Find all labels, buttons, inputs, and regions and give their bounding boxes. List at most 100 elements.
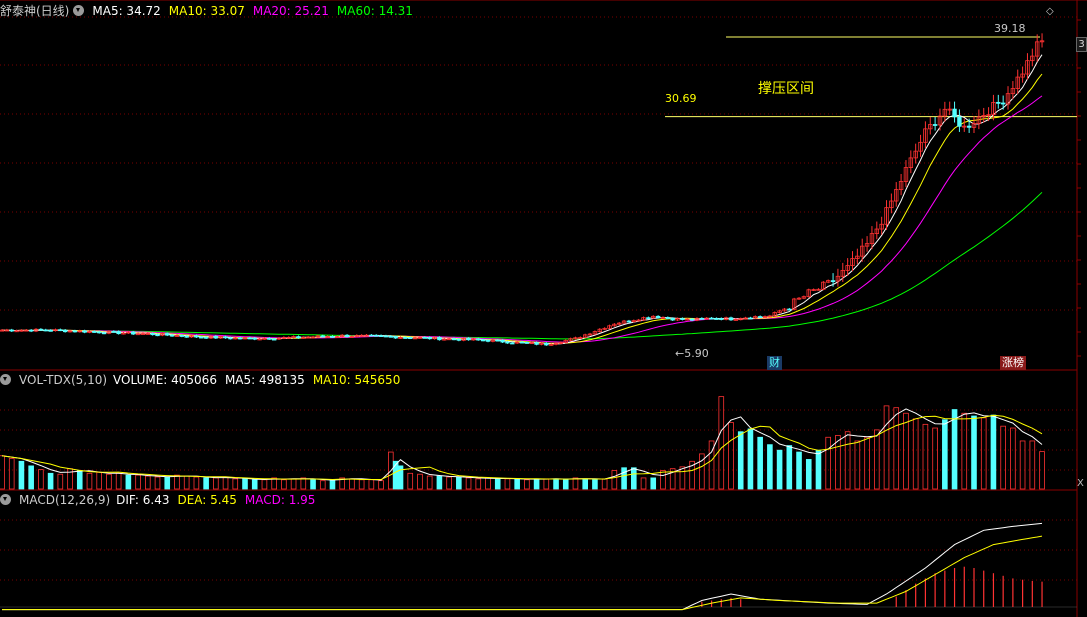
volume-bar: [106, 473, 112, 490]
candle-body: [830, 280, 836, 283]
volume-bar: [213, 477, 219, 490]
candle-body: [665, 317, 671, 319]
volume-bar: [660, 470, 666, 490]
candle-body: [427, 337, 432, 340]
candle-body: [932, 124, 938, 126]
candle-body: [699, 317, 705, 320]
volume-bar: [465, 477, 472, 490]
candle-body: [519, 341, 525, 344]
volume-bar: [883, 405, 890, 490]
candle-body: [62, 329, 68, 333]
volume-bar: [86, 472, 93, 490]
candle-body: [296, 336, 301, 339]
volume-bar: [805, 459, 812, 490]
volume-bar: [1000, 425, 1006, 490]
volume-bar: [844, 431, 851, 490]
volume-bar: [640, 477, 647, 490]
candle-body: [320, 335, 325, 338]
volume-bar: [854, 440, 861, 490]
stock-chart-window: 舒泰神(日线) MA5: 34.72 MA10: 33.07 MA20: 25.21 M…: [0, 0, 1087, 617]
candle-body: [480, 339, 486, 342]
candle-body: [393, 336, 398, 339]
right-edge-tab[interactable]: 3: [1076, 37, 1087, 52]
volume-bar: [300, 477, 307, 490]
volume-bar: [485, 477, 491, 490]
candle-body: [500, 339, 505, 343]
volume-bar: [601, 478, 608, 490]
candle-body: [422, 336, 428, 339]
diamond-icon[interactable]: ◇: [1046, 6, 1054, 17]
candle-body: [383, 335, 389, 338]
kline-chart-canvas[interactable]: [0, 0, 1087, 617]
volume-bar: [349, 478, 355, 490]
candle-body: [748, 317, 753, 320]
ma60-label: MA60: 14.31: [336, 4, 413, 18]
candle-body: [247, 337, 253, 340]
candle-body: [223, 336, 228, 339]
close-icon[interactable]: X: [1077, 478, 1086, 489]
candle-body: [544, 342, 549, 346]
volume-bar: [193, 476, 200, 490]
candle-body: [213, 335, 219, 339]
volume-label: VOLUME: 405066: [113, 373, 217, 387]
candle-body: [344, 334, 350, 338]
volume-bar: [572, 477, 579, 490]
volume-bar: [611, 470, 618, 490]
volume-bar: [426, 475, 433, 490]
candle-body: [524, 342, 530, 344]
candle-body: [92, 331, 97, 333]
volume-bar: [864, 436, 870, 490]
volume-bar: [504, 478, 511, 490]
low-price-label: ←5.90: [675, 347, 709, 360]
limit-up-flag[interactable]: 涨榜: [1000, 356, 1026, 370]
volume-bar: [757, 436, 763, 490]
volume-bar: [174, 474, 180, 490]
candle-body: [252, 337, 257, 340]
candle-body: [28, 329, 34, 332]
candle-body: [150, 333, 155, 336]
volume-bar: [796, 451, 802, 490]
vol-dropdown-icon[interactable]: [0, 374, 11, 385]
candle-body: [476, 338, 481, 341]
volume-bar: [368, 479, 375, 490]
ma10-line: [1, 73, 1043, 344]
dropdown-circle-icon[interactable]: [73, 5, 85, 16]
candle-body: [709, 317, 714, 320]
candle-body: [655, 315, 661, 319]
candle-body: [116, 331, 121, 335]
candle-body: [485, 339, 491, 342]
volume-bar: [456, 476, 462, 490]
volume-bar: [494, 478, 501, 490]
volume-bar: [358, 479, 365, 490]
candle-body: [369, 334, 374, 337]
candle-body: [1000, 102, 1006, 105]
candle-body: [72, 330, 78, 333]
volume-bar: [971, 415, 977, 490]
volume-bar: [728, 422, 734, 490]
volume-bar: [980, 417, 987, 490]
stock-name: 舒泰神(日线): [0, 4, 70, 18]
finance-flag[interactable]: 财: [767, 356, 782, 370]
volume-bar: [378, 480, 384, 490]
volume-bar: [222, 476, 229, 490]
volume-bar: [475, 478, 482, 490]
candle-body: [466, 337, 471, 341]
volume-bar: [562, 479, 569, 490]
dea-line: [2, 535, 1043, 611]
candle-body: [787, 308, 792, 311]
resist-price-label: 30.69: [665, 92, 697, 105]
volume-bar: [815, 449, 822, 490]
candle-body: [378, 335, 384, 337]
resist-zone-label: 撑压区间: [758, 81, 814, 97]
ma20-line: [1, 95, 1043, 343]
candle-body: [165, 333, 170, 336]
vol-ma5-label: MA5: 498135: [224, 373, 305, 387]
candle-body: [495, 339, 500, 342]
volume-bar: [154, 476, 161, 490]
volume-bar: [786, 445, 793, 490]
ma20-label: MA20: 25.21: [252, 4, 329, 18]
candle-body: [194, 335, 199, 338]
volume-bar: [446, 476, 452, 490]
macd-dropdown-icon[interactable]: [0, 494, 11, 505]
volume-bar: [1029, 440, 1036, 490]
